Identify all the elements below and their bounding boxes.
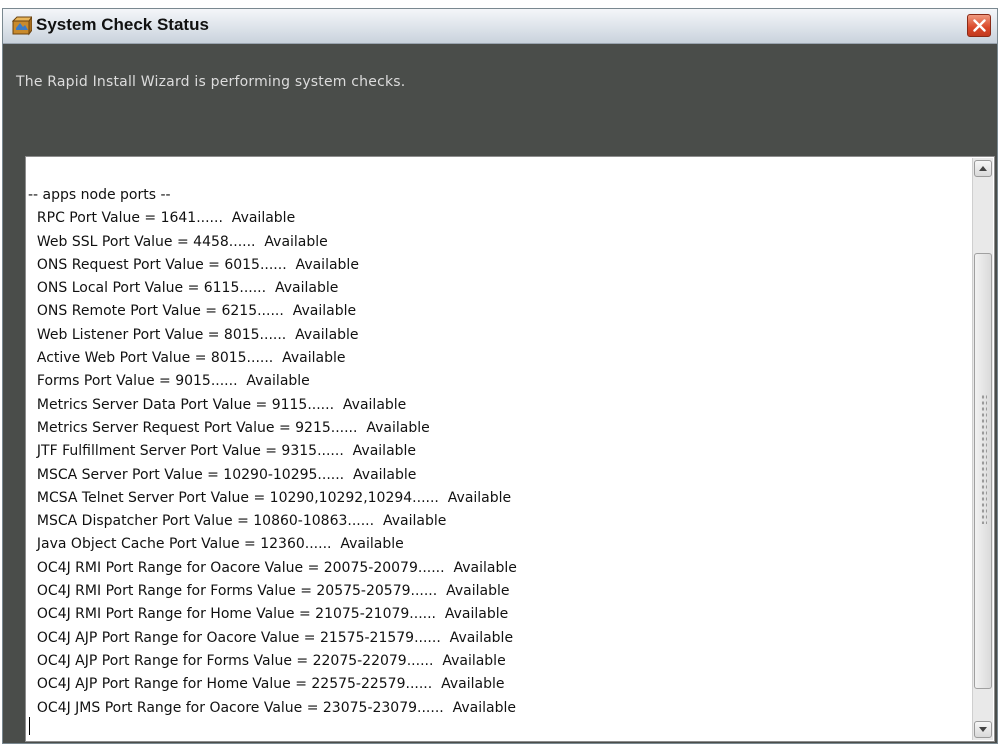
scroll-thumb[interactable] [974,253,992,689]
close-button[interactable] [967,14,991,37]
log-line: Web SSL Port Value = 4458...... Availabl… [28,233,328,250]
text-caret [29,717,30,735]
log-line: Java Object Cache Port Value = 12360....… [28,536,404,553]
log-line: Metrics Server Request Port Value = 9215… [28,419,430,436]
scroll-down-button[interactable] [974,721,992,738]
log-line: OC4J RMI Port Range for Forms Value = 20… [28,583,510,600]
system-check-log[interactable]: -- apps node ports -- RPC Port Value = 1… [25,156,995,742]
title-bar[interactable]: System Check Status [3,9,997,44]
log-line: OC4J AJP Port Range for Home Value = 225… [28,676,505,693]
log-line: ONS Request Port Value = 6015...... Avai… [28,256,359,273]
log-line: Web Listener Port Value = 8015...... Ava… [28,326,359,343]
vertical-scrollbar[interactable] [972,158,993,740]
close-icon [973,19,986,32]
log-line: OC4J JMS Port Range for Oacore Value = 2… [28,699,516,716]
log-line: MSCA Server Port Value = 10290-10295....… [28,466,417,483]
scroll-grip [981,394,987,524]
log-line: Active Web Port Value = 8015...... Avail… [28,350,346,367]
log-line: RPC Port Value = 1641...... Available [28,210,296,227]
log-line: OC4J RMI Port Range for Oacore Value = 2… [28,559,517,576]
scroll-up-arrow-icon [979,166,987,171]
log-line: JTF Fulfillment Server Port Value = 9315… [28,443,417,460]
log-line: MCSA Telnet Server Port Value = 10290,10… [28,489,512,506]
system-check-dialog: System Check Status The Rapid Install Wi… [2,8,998,744]
log-line: Metrics Server Data Port Value = 9115...… [28,396,407,413]
log-line: OC4J RMI Port Range for Home Value = 210… [28,606,509,623]
status-message: The Rapid Install Wizard is performing s… [16,74,406,90]
installer-app-icon [12,16,32,36]
log-line: ONS Remote Port Value = 6215...... Avail… [28,303,357,320]
log-line: Forms Port Value = 9015...... Available [28,373,310,390]
scroll-up-button[interactable] [974,160,992,177]
header-area: The Rapid Install Wizard is performing s… [3,44,997,154]
scroll-down-arrow-icon [979,727,987,732]
log-line: MSCA Dispatcher Port Value = 10860-10863… [28,513,447,530]
log-line: -- apps node ports -- [28,187,171,203]
log-line: OC4J AJP Port Range for Forms Value = 22… [28,652,506,669]
log-line: OC4J AJP Port Range for Oacore Value = 2… [28,629,514,646]
dialog-title: System Check Status [36,15,209,34]
log-content: -- apps node ports -- RPC Port Value = 1… [28,184,970,720]
log-line: ONS Local Port Value = 6115...... Availa… [28,280,339,297]
